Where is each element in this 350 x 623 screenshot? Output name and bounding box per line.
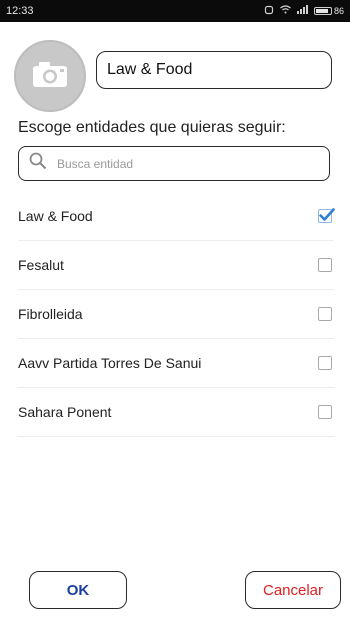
list-item-label: Sahara Ponent	[18, 404, 112, 420]
list-item-label: Law & Food	[18, 208, 93, 224]
entity-name-field[interactable]: Law & Food	[96, 51, 332, 89]
cancel-button[interactable]: Cancelar	[245, 571, 341, 609]
battery-fill	[315, 9, 329, 13]
status-time: 12:33	[6, 5, 34, 17]
status-bar: 12:33 86	[0, 0, 350, 22]
search-icon	[29, 152, 47, 175]
list-item[interactable]: Aavv Partida Torres De Sanui	[18, 339, 334, 388]
checkbox[interactable]	[318, 356, 332, 370]
list-item[interactable]: Fibrolleida	[18, 290, 334, 339]
checkbox[interactable]	[318, 405, 332, 419]
follow-entities-dialog: Law & Food Escoge entidades que quieras …	[0, 22, 350, 623]
status-icons: 86	[264, 5, 344, 18]
avatar[interactable]	[14, 40, 86, 112]
battery-label: 86	[333, 6, 344, 16]
list-item-label: Aavv Partida Torres De Sanui	[18, 355, 202, 371]
ok-button[interactable]: OK	[29, 571, 127, 609]
checkmark-icon	[319, 208, 335, 221]
search-input[interactable]: Busca entidad	[18, 146, 330, 181]
wifi-icon	[280, 5, 291, 17]
checkbox[interactable]	[318, 208, 335, 223]
alarm-icon	[264, 5, 274, 18]
entity-name-value: Law & Food	[107, 61, 193, 78]
screen: 12:33 86 Law & Food Escoge entidades que…	[0, 0, 350, 623]
signal-icon	[296, 5, 308, 17]
entity-list: Law & Food Fesalut Fibrolleida Aavv Part…	[0, 192, 350, 437]
list-item-label: Fibrolleida	[18, 306, 83, 322]
camera-icon	[31, 59, 69, 94]
checkbox[interactable]	[318, 258, 332, 272]
list-item[interactable]: Law & Food	[18, 192, 335, 241]
list-item[interactable]: Fesalut	[18, 241, 334, 290]
battery-icon: 86	[313, 6, 344, 16]
list-item-label: Fesalut	[18, 257, 64, 273]
list-item[interactable]: Sahara Ponent	[18, 388, 334, 437]
search-placeholder: Busca entidad	[57, 156, 134, 171]
checkbox[interactable]	[318, 307, 332, 321]
section-title: Escoge entidades que quieras seguir:	[18, 119, 286, 136]
